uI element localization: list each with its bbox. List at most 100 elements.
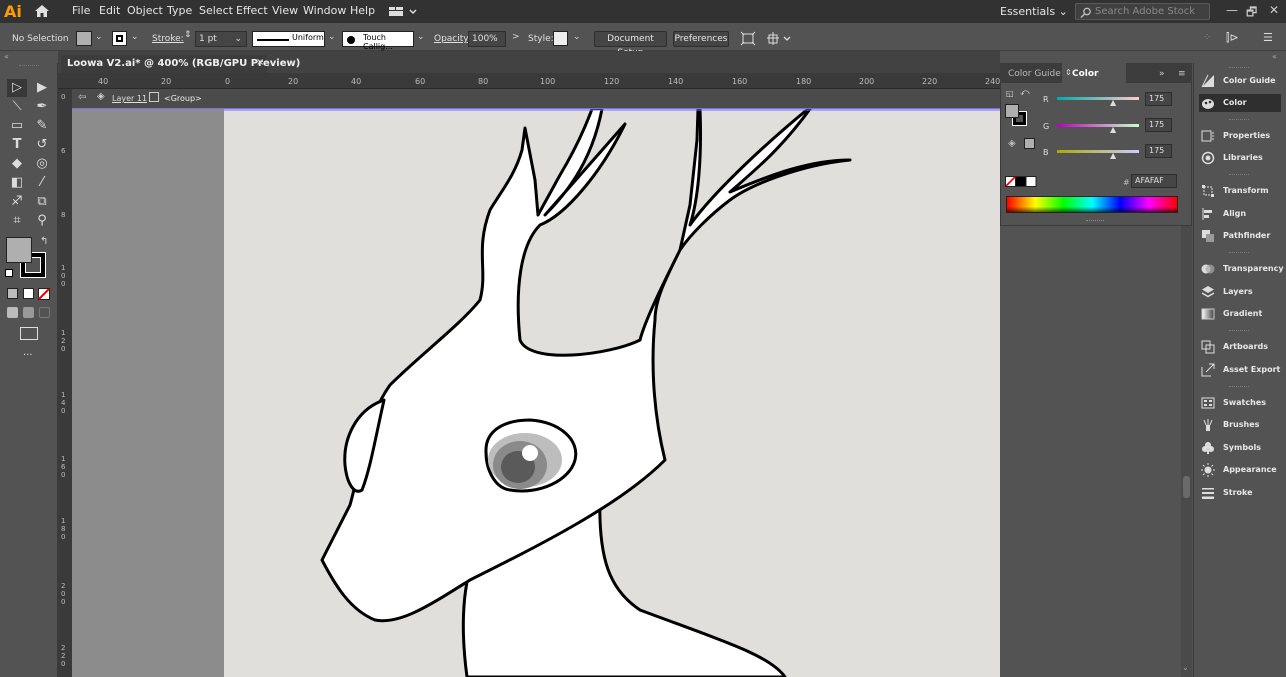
draw-inside-icon[interactable] bbox=[39, 307, 50, 318]
breadcrumb-layer[interactable]: Layer 11 bbox=[112, 94, 147, 103]
dock-color[interactable]: Color bbox=[1199, 94, 1281, 112]
menu-file[interactable]: File bbox=[72, 4, 90, 17]
stock-search-input[interactable]: Search Adobe Stock bbox=[1075, 3, 1210, 20]
brush-dropdown[interactable]: Touch Callig... bbox=[342, 31, 414, 51]
symbol-sprayer-tool-icon[interactable]: ⧉ bbox=[32, 193, 52, 211]
eyedropper-tool-icon[interactable]: ⁄ bbox=[32, 174, 52, 192]
horizontal-ruler[interactable]: 40 20 0 20 40 60 80 100 120 140 160 180 … bbox=[58, 73, 1000, 89]
toolbar-grip[interactable] bbox=[19, 65, 39, 67]
line-tool-icon[interactable]: ⟍ bbox=[7, 98, 27, 116]
default-colors-icon[interactable] bbox=[5, 269, 13, 277]
scroll-down-icon[interactable]: ⌄ bbox=[1182, 663, 1189, 672]
preferences-button[interactable]: Preferences bbox=[673, 31, 729, 47]
menu-effect[interactable]: Effect bbox=[236, 4, 268, 17]
rotate-tool-icon[interactable]: ↺ bbox=[32, 136, 52, 154]
panel-resize-grip[interactable] bbox=[1086, 220, 1104, 222]
gradient-mode-button[interactable] bbox=[23, 288, 34, 299]
scrollbar-thumb[interactable] bbox=[1183, 476, 1190, 498]
none-mode-button[interactable] bbox=[38, 288, 50, 300]
expand-dock-icon[interactable]: « bbox=[1272, 52, 1277, 61]
dock-asset-export[interactable]: Asset Export bbox=[1199, 361, 1283, 379]
eraser-tool-icon[interactable]: ◆ bbox=[7, 155, 27, 173]
panel-menu-icon[interactable]: ≡ bbox=[1178, 69, 1186, 79]
menu-type[interactable]: Type bbox=[167, 4, 192, 17]
selection-tool-icon[interactable]: ▷ bbox=[7, 79, 27, 97]
panel-fill-swatch[interactable] bbox=[1005, 104, 1019, 118]
home-icon[interactable] bbox=[34, 4, 50, 18]
menu-view[interactable]: View bbox=[272, 4, 298, 17]
artboard-tool-icon[interactable]: ⌗ bbox=[7, 212, 27, 230]
draw-normal-icon[interactable] bbox=[7, 307, 18, 318]
chevron-down-icon[interactable]: ⌄ bbox=[573, 32, 581, 42]
menu-list-icon[interactable]: ☰ bbox=[1263, 31, 1273, 44]
swap-colors-icon[interactable]: ↰ bbox=[40, 236, 48, 247]
draw-behind-icon[interactable] bbox=[23, 307, 34, 318]
out-of-gamut-icon[interactable]: ◈ bbox=[1008, 138, 1016, 149]
green-slider[interactable] bbox=[1057, 124, 1139, 127]
red-value-field[interactable]: 175 bbox=[1145, 92, 1172, 106]
paintbrush-tool-icon[interactable]: ✎ bbox=[32, 117, 52, 135]
fill-color-box[interactable] bbox=[6, 237, 32, 263]
hex-value-field[interactable]: AFAFAF bbox=[1131, 174, 1177, 188]
dock-libraries[interactable]: Libraries bbox=[1199, 149, 1283, 167]
chevron-down-icon[interactable]: ⌄ bbox=[417, 32, 425, 42]
direct-selection-tool-icon[interactable]: ▶ bbox=[32, 79, 52, 97]
more-tools-icon[interactable]: ··· bbox=[23, 350, 33, 361]
dock-grip[interactable] bbox=[1229, 174, 1249, 176]
dock-align[interactable]: Align bbox=[1199, 205, 1283, 223]
dock-color-guide[interactable]: Color Guide bbox=[1199, 72, 1283, 90]
arrange-documents-icon[interactable] bbox=[388, 4, 420, 19]
breadcrumb-group[interactable]: <Group> bbox=[164, 94, 202, 103]
swap-fill-stroke-icon[interactable]: ⤺ bbox=[1020, 88, 1030, 98]
transform-options-icon[interactable] bbox=[767, 31, 793, 46]
puppet-warp-tool-icon[interactable]: ♐ bbox=[7, 193, 27, 211]
chevron-down-icon[interactable]: ⌄ bbox=[95, 32, 103, 42]
dock-grip[interactable] bbox=[1229, 119, 1249, 121]
minimize-button[interactable]: — bbox=[1226, 3, 1238, 17]
panel-options-icon[interactable]: ⁘ bbox=[1203, 32, 1211, 43]
graphic-style-swatch[interactable] bbox=[553, 31, 568, 46]
red-slider[interactable] bbox=[1057, 97, 1139, 100]
green-value-field[interactable]: 175 bbox=[1145, 118, 1172, 132]
slider-thumb-icon[interactable]: ▲ bbox=[1110, 98, 1116, 107]
dock-brushes[interactable]: Brushes bbox=[1199, 416, 1283, 434]
menu-object[interactable]: Object bbox=[127, 4, 163, 17]
gamut-color-swatch[interactable] bbox=[1024, 138, 1035, 149]
zoom-tool-icon[interactable]: ⚲ bbox=[32, 212, 52, 230]
menu-select[interactable]: Select bbox=[199, 4, 233, 17]
dock-grip[interactable] bbox=[1229, 330, 1249, 332]
dock-appearance[interactable]: Appearance bbox=[1199, 461, 1283, 479]
menu-help[interactable]: Help bbox=[350, 4, 375, 17]
stroke-label[interactable]: Stroke: bbox=[152, 34, 184, 44]
restore-button[interactable]: 🗗 bbox=[1246, 3, 1257, 24]
document-setup-button[interactable]: Document Setup bbox=[594, 31, 667, 58]
dock-grip[interactable] bbox=[1229, 67, 1249, 69]
dock-gradient[interactable]: Gradient bbox=[1199, 305, 1283, 323]
slider-thumb-icon[interactable]: ▲ bbox=[1110, 151, 1116, 160]
blue-slider[interactable] bbox=[1057, 150, 1139, 153]
align-panel-icon[interactable]: ⫿⊳ bbox=[1226, 31, 1239, 45]
dock-properties[interactable]: Properties bbox=[1199, 127, 1283, 145]
dock-artboards[interactable]: Artboards bbox=[1199, 338, 1283, 356]
dock-symbols[interactable]: Symbols bbox=[1199, 439, 1283, 457]
panel-scrollbar[interactable]: ⌄ bbox=[1181, 226, 1192, 677]
dock-transparency[interactable]: Transparency bbox=[1199, 260, 1284, 278]
color-mode-button[interactable] bbox=[7, 288, 18, 299]
close-document-button[interactable]: × bbox=[256, 57, 264, 68]
dock-swatches[interactable]: Swatches bbox=[1199, 394, 1283, 412]
tab-color-guide[interactable]: Color Guide bbox=[1008, 69, 1061, 79]
stroke-profile-dropdown[interactable]: Uniform bbox=[252, 31, 325, 47]
creature-artwork[interactable] bbox=[224, 109, 1000, 677]
quick-swatches[interactable] bbox=[1005, 176, 1037, 187]
gradient-tool-icon[interactable]: ◧ bbox=[7, 174, 27, 192]
slider-thumb-icon[interactable]: ▲ bbox=[1110, 125, 1116, 134]
stroke-stepper-icon[interactable]: ⇕ bbox=[184, 30, 192, 40]
back-arrow-icon[interactable]: ⇦ bbox=[78, 92, 86, 103]
dock-grip[interactable] bbox=[1229, 252, 1249, 254]
shape-builder-tool-icon[interactable]: ◎ bbox=[32, 155, 52, 173]
opacity-field[interactable]: 100% bbox=[468, 31, 506, 47]
dock-transform[interactable]: Transform bbox=[1199, 182, 1283, 200]
close-window-button[interactable]: ✕ bbox=[1269, 3, 1279, 17]
dock-stroke[interactable]: Stroke bbox=[1199, 484, 1283, 502]
collapse-panel-icon[interactable]: « bbox=[4, 52, 9, 61]
